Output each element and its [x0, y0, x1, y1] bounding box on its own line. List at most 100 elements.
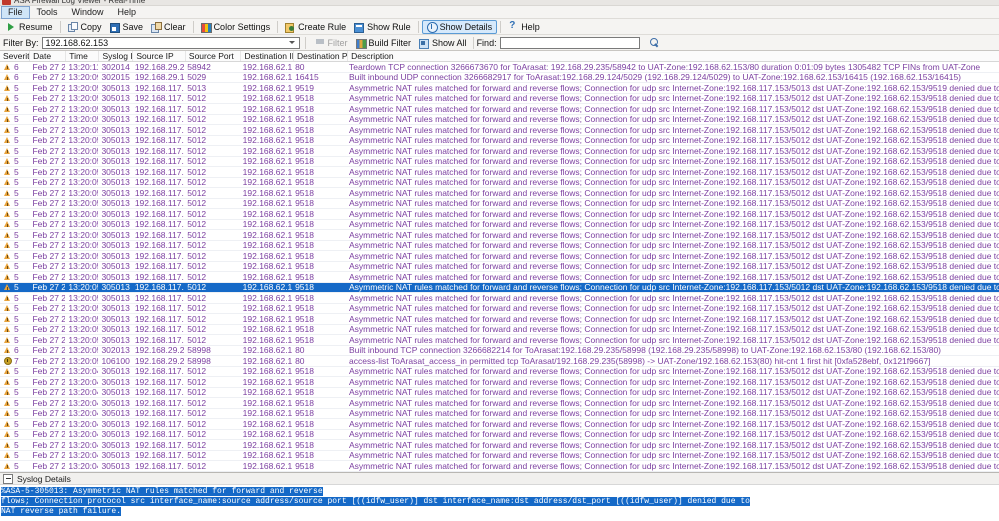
table-row[interactable]: 5 Feb 27 201913:20:05305013 192.168.117.15…	[0, 209, 999, 220]
syslog-details-header[interactable]: Syslog Details	[0, 472, 999, 484]
cell-destination-ip: 192.168.62.153	[242, 93, 293, 104]
create-rule-button[interactable]: Create Rule	[281, 20, 350, 33]
cell-destination-port: 9518	[295, 366, 314, 377]
table-row[interactable]: 5 Feb 27 201913:20:05305013 192.168.117.15…	[0, 293, 999, 304]
column-header-destination-ip[interactable]: Destination IP	[240, 51, 293, 61]
menu-item-help[interactable]: Help	[111, 6, 144, 19]
column-header-description[interactable]: Description	[347, 51, 999, 61]
table-row[interactable]: 5Feb 27 201913:20:04305013192.168.117.15…	[0, 419, 999, 430]
show-rule-button[interactable]: Show Rule	[350, 20, 415, 33]
log-viewer-window: ASA Firewall Log Viewer - Real-Time File…	[0, 0, 999, 521]
cell-description: Asymmetric NAT rules matched for forward…	[349, 198, 999, 209]
cell-date: Feb 27 2019	[32, 145, 66, 156]
table-row[interactable]: 5 Feb 27 201913:20:05305013 192.168.117.15…	[0, 251, 999, 262]
collapse-icon[interactable]	[3, 473, 13, 484]
cell-description: Asymmetric NAT rules matched for forward…	[349, 429, 999, 440]
table-row[interactable]: 5 Feb 27 201913:20:05305013 192.168.117.15…	[0, 114, 999, 125]
table-row[interactable]: 5Feb 27 201913:20:04305013192.168.117.15…	[0, 366, 999, 377]
column-header-destination-port[interactable]: Destination Port	[293, 51, 347, 61]
build-filter-button[interactable]: Build Filter	[352, 36, 416, 49]
table-row[interactable]: 5 Feb 27 201913:20:05305013 192.168.117.15…	[0, 261, 999, 272]
table-row[interactable]: 5 Feb 27 201913:20:05305013 192.168.117.15…	[0, 177, 999, 188]
table-row[interactable]: 5Feb 27 201913:20:04305013192.168.117.15…	[0, 408, 999, 419]
cell-source-ip: 192.168.117.153	[134, 124, 184, 135]
severity-value: 5	[14, 219, 19, 230]
table-row[interactable]: 5 Feb 27 201913:20:05305013 192.168.117.15…	[0, 156, 999, 167]
table-row[interactable]: 5Feb 27 201913:20:04305013192.168.117.15…	[0, 429, 999, 440]
table-row[interactable]: 6 Feb 27 201913:20:05302013 192.168.29.235…	[0, 345, 999, 356]
cell-source-ip: 192.168.117.153	[134, 450, 184, 461]
table-row[interactable]: 5 Feb 27 201913:20:05305013 192.168.117.15…	[0, 219, 999, 230]
clear-button[interactable]: Clear	[147, 20, 190, 33]
warning-icon	[4, 84, 11, 91]
table-row[interactable]: 5 Feb 27 201913:20:05305013 192.168.117.15…	[0, 335, 999, 346]
cell-severity: 5	[0, 398, 29, 408]
copy-button[interactable]: Copy	[64, 20, 106, 33]
table-row[interactable]: 6 Feb 27 201913:20:09302015 192.168.29.124…	[0, 72, 999, 83]
show-all-icon	[419, 38, 430, 49]
menu-item-window[interactable]: Window	[65, 6, 111, 19]
resume-button[interactable]: Resume	[2, 20, 57, 33]
table-row[interactable]: 5Feb 27 201913:20:04305013192.168.117.15…	[0, 440, 999, 451]
table-row[interactable]: 6 Feb 27 201913:20:11302014 192.168.29.235…	[0, 62, 999, 73]
warning-icon	[4, 378, 11, 385]
table-row[interactable]: 5Feb 27 201913:20:04305013192.168.117.15…	[0, 387, 999, 398]
table-row[interactable]: 5 Feb 27 201913:20:05305013 192.168.117.15…	[0, 282, 999, 293]
table-row[interactable]: 5 Feb 27 201913:20:05305013 192.168.117.15…	[0, 83, 999, 94]
show-all-button[interactable]: Show All	[415, 36, 471, 49]
cell-date: Feb 27 2019	[32, 229, 66, 240]
cell-destination-ip: 192.168.62.153	[242, 208, 293, 219]
table-row[interactable]: 5 Feb 27 201913:20:05305013 192.168.117.15…	[0, 167, 999, 178]
grid-header-row: Severity Date Time Syslog ID Source IP S…	[0, 51, 999, 62]
table-row[interactable]: 5 Feb 27 201913:20:05305013 192.168.117.15…	[0, 314, 999, 325]
column-header-source-port[interactable]: Source Port	[184, 51, 241, 61]
cell-severity: 5	[0, 114, 29, 124]
column-header-severity[interactable]: Severity	[0, 51, 29, 61]
help-button[interactable]: Help	[504, 20, 544, 33]
table-row[interactable]: 5 Feb 27 201913:20:05305013 192.168.117.15…	[0, 198, 999, 209]
menu-item-tools[interactable]: Tools	[30, 6, 65, 19]
table-row[interactable]: 5Feb 27 201913:20:04305013192.168.117.15…	[0, 377, 999, 388]
cell-source-port: 5012	[187, 313, 207, 324]
color-settings-button[interactable]: Color Settings	[197, 20, 275, 33]
table-row[interactable]: 5Feb 27 201913:20:04305013192.168.117.15…	[0, 461, 999, 472]
cell-destination-ip: 192.168.62.153	[242, 429, 293, 440]
cell-severity: 5	[0, 272, 29, 282]
filter-value[interactable]: 192.168.62.153	[43, 38, 286, 48]
table-row[interactable]: 5 Feb 27 201913:20:05305013 192.168.117.15…	[0, 324, 999, 335]
cell-source-ip: 192.168.117.153	[134, 408, 184, 419]
table-row[interactable]: 5 Feb 27 201913:20:05305013 192.168.117.15…	[0, 272, 999, 283]
table-row[interactable]: 5 Feb 27 201913:20:05305013 192.168.117.15…	[0, 146, 999, 157]
menu-item-file[interactable]: File	[1, 5, 30, 19]
cell-source-port: 5012	[187, 103, 207, 114]
table-row[interactable]: 5 Feb 27 201913:20:05305013 192.168.117.15…	[0, 240, 999, 251]
cell-destination-port: 9518	[295, 208, 314, 219]
find-search-button[interactable]	[646, 36, 667, 49]
save-button[interactable]: Save	[106, 20, 148, 33]
column-header-date[interactable]: Date	[29, 51, 65, 61]
column-header-time[interactable]: Time	[65, 51, 98, 61]
table-row[interactable]: 5 Feb 27 201913:20:05305013 192.168.117.15…	[0, 93, 999, 104]
chevron-down-icon[interactable]	[285, 37, 299, 48]
table-row[interactable]: 7 Feb 27 201913:20:05106100 192.168.29.235…	[0, 356, 999, 367]
show-details-button[interactable]: Show Details	[421, 19, 498, 34]
filter-button[interactable]: Filter	[311, 36, 352, 49]
table-row[interactable]: 5 Feb 27 201913:20:05305013 192.168.117.15…	[0, 125, 999, 136]
filter-combobox[interactable]: 192.168.62.153	[41, 36, 300, 49]
column-header-source-ip[interactable]: Source IP	[132, 51, 185, 61]
cell-destination-port: 9518	[295, 93, 314, 104]
column-header-syslog-id[interactable]: Syslog ID	[98, 51, 132, 61]
cell-destination-port: 9518	[295, 292, 314, 303]
find-input[interactable]	[499, 36, 640, 49]
table-row[interactable]: 5 Feb 27 201913:20:05305013 192.168.117.15…	[0, 135, 999, 146]
table-row[interactable]: 5Feb 27 201913:20:04305013192.168.117.15…	[0, 450, 999, 461]
table-row[interactable]: 5 Feb 27 201913:20:05305013 192.168.117.15…	[0, 230, 999, 241]
table-row[interactable]: 5 Feb 27 201913:20:05305013 192.168.117.15…	[0, 303, 999, 314]
table-row[interactable]: 5 Feb 27 201913:20:05305013 192.168.117.15…	[0, 104, 999, 115]
table-row[interactable]: 5Feb 27 201913:20:04305013192.168.117.15…	[0, 398, 999, 409]
cell-description: Asymmetric NAT rules matched for forward…	[349, 313, 999, 324]
table-row[interactable]: 5Feb 27 201913:20:04305013192.168.117.15…	[0, 471, 999, 472]
table-row[interactable]: 5 Feb 27 201913:20:05305013 192.168.117.15…	[0, 188, 999, 199]
cell-destination-port: 9518	[295, 135, 314, 146]
cell-syslog-id: 305013	[101, 187, 130, 198]
